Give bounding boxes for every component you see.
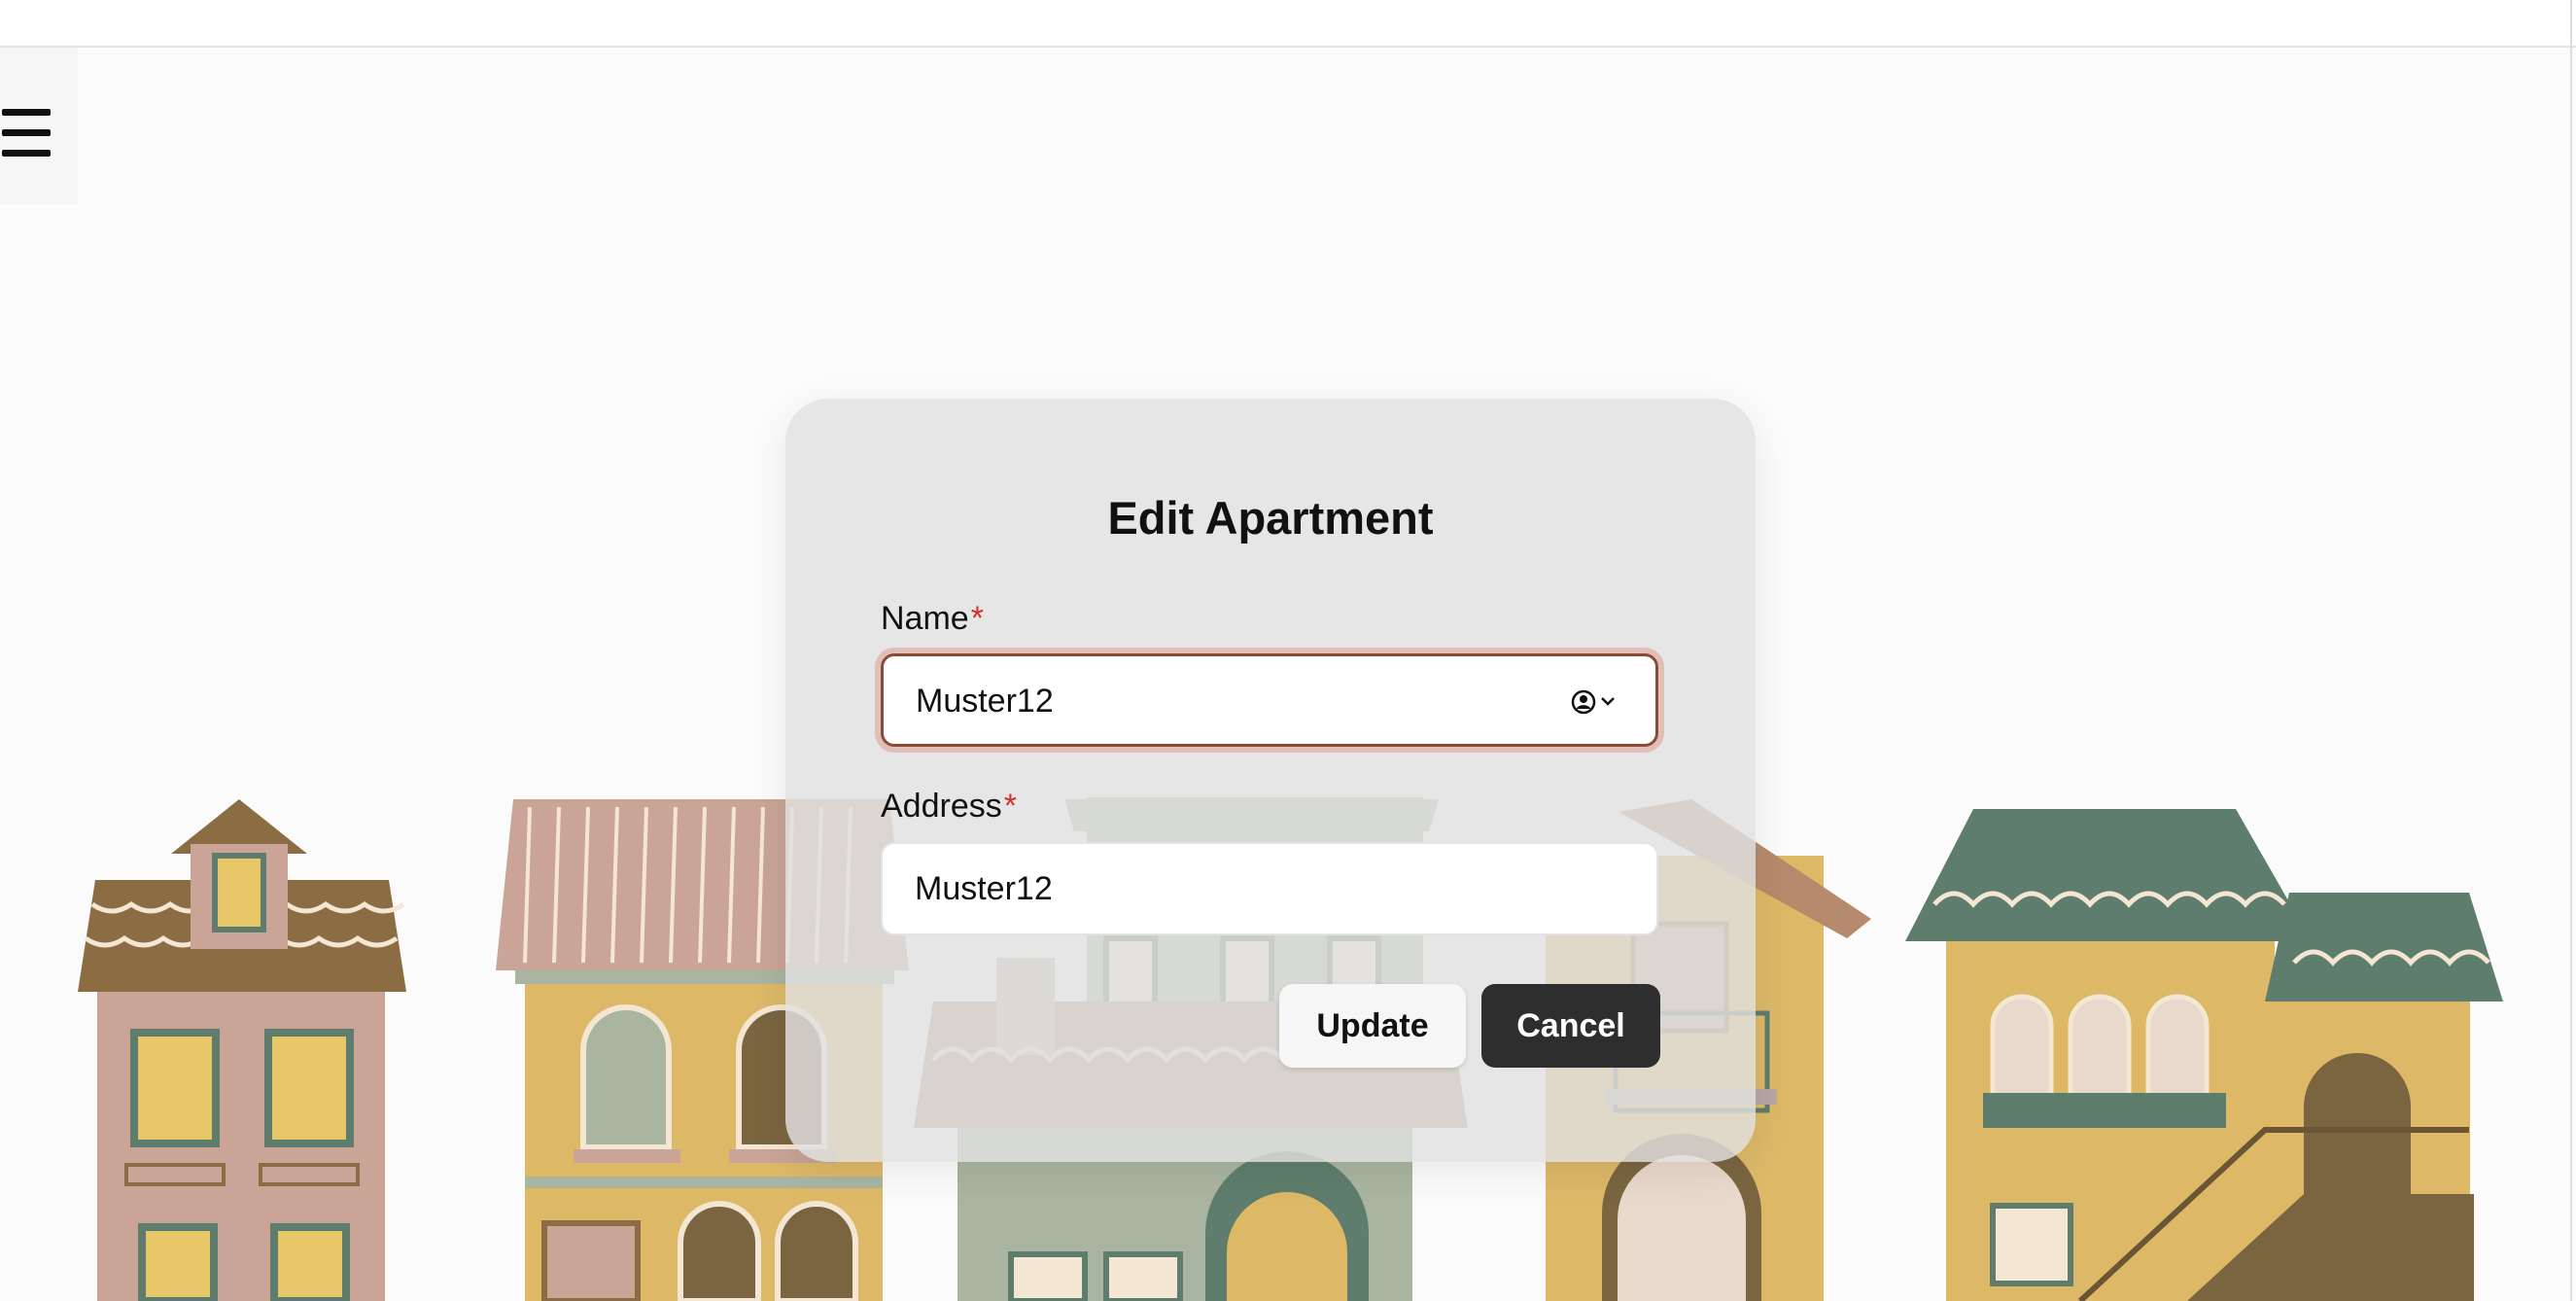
- name-field[interactable]: Muster12: [881, 653, 1658, 747]
- address-label-text: Address: [881, 788, 1002, 825]
- cancel-button[interactable]: Cancel: [1481, 984, 1660, 1068]
- address-field[interactable]: Muster12: [881, 842, 1658, 935]
- house-yellow-right: [1905, 809, 2503, 1301]
- name-label: Name*: [881, 600, 984, 638]
- name-field-value[interactable]: Muster12: [916, 656, 1054, 746]
- name-label-text: Name: [881, 600, 969, 637]
- dialog-title: Edit Apartment: [1107, 492, 1434, 544]
- house-pink: [78, 799, 406, 1301]
- required-marker: *: [1003, 788, 1017, 825]
- chevron-down-icon: [1601, 697, 1615, 706]
- address-label: Address*: [881, 788, 1017, 826]
- update-button[interactable]: Update: [1279, 984, 1466, 1068]
- user-circle-icon[interactable]: [1570, 687, 1620, 717]
- required-marker: *: [970, 600, 984, 637]
- address-field-value[interactable]: Muster12: [915, 844, 1053, 933]
